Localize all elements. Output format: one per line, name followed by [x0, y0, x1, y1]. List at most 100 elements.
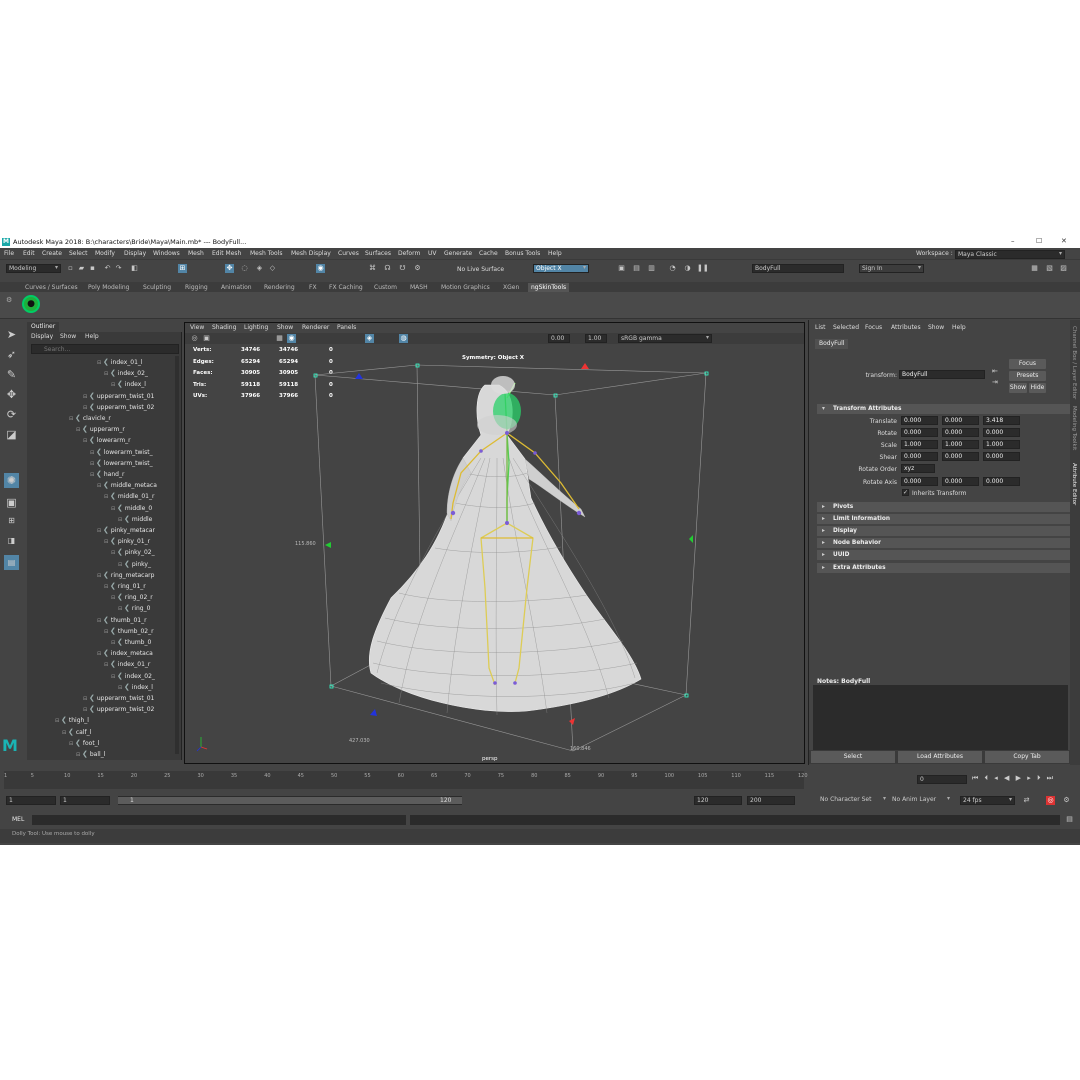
end-frame-field[interactable]: 200 [747, 796, 795, 805]
scene-view[interactable] [185, 323, 805, 764]
scale-tool-icon[interactable]: ◪ [4, 427, 19, 442]
section-pivots[interactable]: Pivots [817, 502, 1072, 512]
ae-output-connection-icon[interactable]: ⇥ [992, 378, 998, 386]
outliner-item[interactable]: ⊟ ❮ index_l [111, 379, 146, 390]
section-node-behavior[interactable]: Node Behavior [817, 538, 1072, 548]
render-view-icon[interactable]: ▣ [617, 264, 626, 273]
outliner-item[interactable]: ⊟ ❮ pinky_ [118, 559, 151, 570]
loop-icon[interactable]: ⇄ [1022, 796, 1031, 805]
rotate-z-field[interactable]: 0.000 [983, 428, 1020, 437]
shear-y-field[interactable]: 0.000 [942, 452, 979, 461]
shear-z-field[interactable]: 0.000 [983, 452, 1020, 461]
ae-menu-selected[interactable]: Selected [833, 324, 859, 331]
menu-edit[interactable]: Edit [23, 250, 35, 257]
outliner-item[interactable]: ⊟ ❮ ring_02_r [111, 592, 153, 603]
shelf-settings-icon[interactable]: ⚙ [6, 296, 12, 304]
menu-mesh[interactable]: Mesh [188, 250, 204, 257]
fps-dropdown[interactable]: 24 fps [960, 796, 1015, 805]
section-display[interactable]: Display [817, 526, 1072, 536]
name-field[interactable]: BodyFull [752, 264, 844, 273]
side-tab-attribute-editor[interactable]: Attribute Editor [1071, 463, 1077, 505]
shelf-tab-rendering[interactable]: Rendering [261, 283, 298, 292]
close-button[interactable]: ✕ [1061, 237, 1067, 245]
outliner-item[interactable]: ⊟ ❮ clavicle_r [69, 413, 111, 424]
shelf-tab-fx[interactable]: FX [306, 283, 320, 292]
outliner-item[interactable]: ⊟ ❮ index_01_l [97, 357, 143, 368]
pause-icon[interactable]: ❚❚ [697, 264, 709, 273]
outliner-menu-help[interactable]: Help [85, 333, 99, 340]
menu-cache[interactable]: Cache [479, 250, 498, 257]
outliner-item[interactable]: ⊟ ❮ upperarm_twist_01 [83, 693, 154, 704]
hide-button[interactable]: Hide [1029, 383, 1046, 393]
ipr-icon[interactable]: ◔ [668, 264, 677, 273]
ae-menu-list[interactable]: List [815, 324, 826, 331]
outliner-menu-show[interactable]: Show [60, 333, 76, 340]
paint-select-icon[interactable]: ✎ [4, 367, 19, 382]
outliner-item[interactable]: ⊟ ❮ index_02_ [111, 671, 155, 682]
sign-in-button[interactable]: Sign In [859, 264, 924, 273]
outliner-item[interactable]: ⊟ ❮ pinky_metacar [97, 525, 155, 536]
dolly-tool-icon[interactable]: ✺ [4, 473, 19, 488]
outliner-item[interactable]: ⊟ ❮ foot_l [69, 738, 99, 749]
playback-end-field[interactable]: 120 [694, 796, 742, 805]
translate-y-field[interactable]: 0.000 [942, 416, 979, 425]
outliner-item[interactable]: ⊟ ❮ upperarm_twist_02 [83, 402, 154, 413]
section-uuid[interactable]: UUID [817, 550, 1072, 560]
ae-input-connection-icon[interactable]: ⇤ [992, 367, 998, 375]
menu-surfaces[interactable]: Surfaces [365, 250, 391, 257]
render-current-icon[interactable]: ▤ [632, 264, 641, 273]
menu-generate[interactable]: Generate [444, 250, 472, 257]
outliner-item[interactable]: ⊟ ❮ pinky_01_r [104, 536, 150, 547]
side-tab-channel-box[interactable]: Channel Box / Layer Editor [1071, 326, 1077, 399]
outliner-item[interactable]: ⊟ ❮ thumb_01_r [97, 615, 147, 626]
ae-menu-help[interactable]: Help [952, 324, 966, 331]
outliner-item[interactable]: ⊟ ❮ middle_metaca [97, 480, 157, 491]
outliner-item[interactable]: ⊟ ❮ middle [118, 514, 152, 525]
outliner-item[interactable]: ⊟ ❮ ring_01_r [104, 581, 146, 592]
ae-menu-show[interactable]: Show [928, 324, 944, 331]
menu-windows[interactable]: Windows [153, 250, 180, 257]
outliner-item[interactable]: ⊟ ❮ calf_l [62, 727, 91, 738]
transform-name-field[interactable]: BodyFull [899, 370, 985, 379]
two-view-icon[interactable]: ◨ [4, 533, 19, 548]
ngskintools-icon[interactable]: ● [22, 295, 40, 313]
outliner-item[interactable]: ⊟ ❮ thumb_0 [111, 637, 151, 648]
outliner-item[interactable]: ⊟ ❮ ball_l [76, 749, 105, 760]
rotate-axis-z-field[interactable]: 0.000 [983, 477, 1020, 486]
select-hierarchy-icon[interactable]: ◧ [130, 264, 139, 273]
live-surface-label[interactable]: No Live Surface [457, 266, 504, 273]
command-input[interactable] [32, 815, 406, 825]
outliner-search-input[interactable]: Search... [31, 344, 179, 354]
menu-file[interactable]: File [4, 250, 14, 257]
rotate-tool-icon[interactable]: ⟳ [4, 407, 19, 422]
attribute-editor-toggle-icon[interactable]: ▧ [1045, 264, 1054, 273]
lasso-tool-icon[interactable]: ➶ [4, 347, 19, 362]
translate-x-field[interactable]: 0.000 [901, 416, 938, 425]
viewport-panel[interactable]: View Shading Lighting Show Renderer Pane… [184, 322, 805, 764]
mel-label[interactable]: MEL [12, 816, 24, 823]
shelf-tab-rigging[interactable]: Rigging [182, 283, 211, 292]
auto-key-icon[interactable]: ◎ [1046, 796, 1055, 805]
single-view-icon[interactable]: ▣ [4, 495, 19, 510]
new-scene-icon[interactable]: ▫ [66, 264, 75, 273]
render-setup-icon[interactable]: ◑ [683, 264, 692, 273]
scale-x-field[interactable]: 1.000 [901, 440, 938, 449]
ae-node-tab[interactable]: BodyFull [815, 339, 849, 349]
rotate-y-field[interactable]: 0.000 [942, 428, 979, 437]
section-transform-attributes[interactable]: Transform Attributes [817, 404, 1072, 414]
rotate-axis-x-field[interactable]: 0.000 [901, 477, 938, 486]
undo-icon[interactable]: ↶ [103, 264, 112, 273]
outliner-item[interactable]: ⊟ ❮ upperarm_r [76, 424, 125, 435]
outliner-item[interactable]: ⊟ ❮ middle_01_r [104, 491, 154, 502]
menu-bonus-tools[interactable]: Bonus Tools [505, 250, 540, 257]
save-scene-icon[interactable]: ▪ [88, 264, 97, 273]
menu-edit-mesh[interactable]: Edit Mesh [212, 250, 241, 257]
presets-button[interactable]: Presets [1009, 371, 1046, 381]
load-attributes-button[interactable]: Load Attributes [898, 751, 982, 763]
outliner-item[interactable]: ⊟ ❮ index_01_r [104, 659, 150, 670]
select-by-object-icon[interactable]: ⊞ [178, 264, 187, 273]
shelf-tab-motion-graphics[interactable]: Motion Graphics [438, 283, 493, 292]
snap-view-icon[interactable]: ◇ [268, 264, 277, 273]
outliner-menu-display[interactable]: Display [31, 333, 53, 340]
menuset-dropdown[interactable]: Modeling [6, 264, 61, 273]
